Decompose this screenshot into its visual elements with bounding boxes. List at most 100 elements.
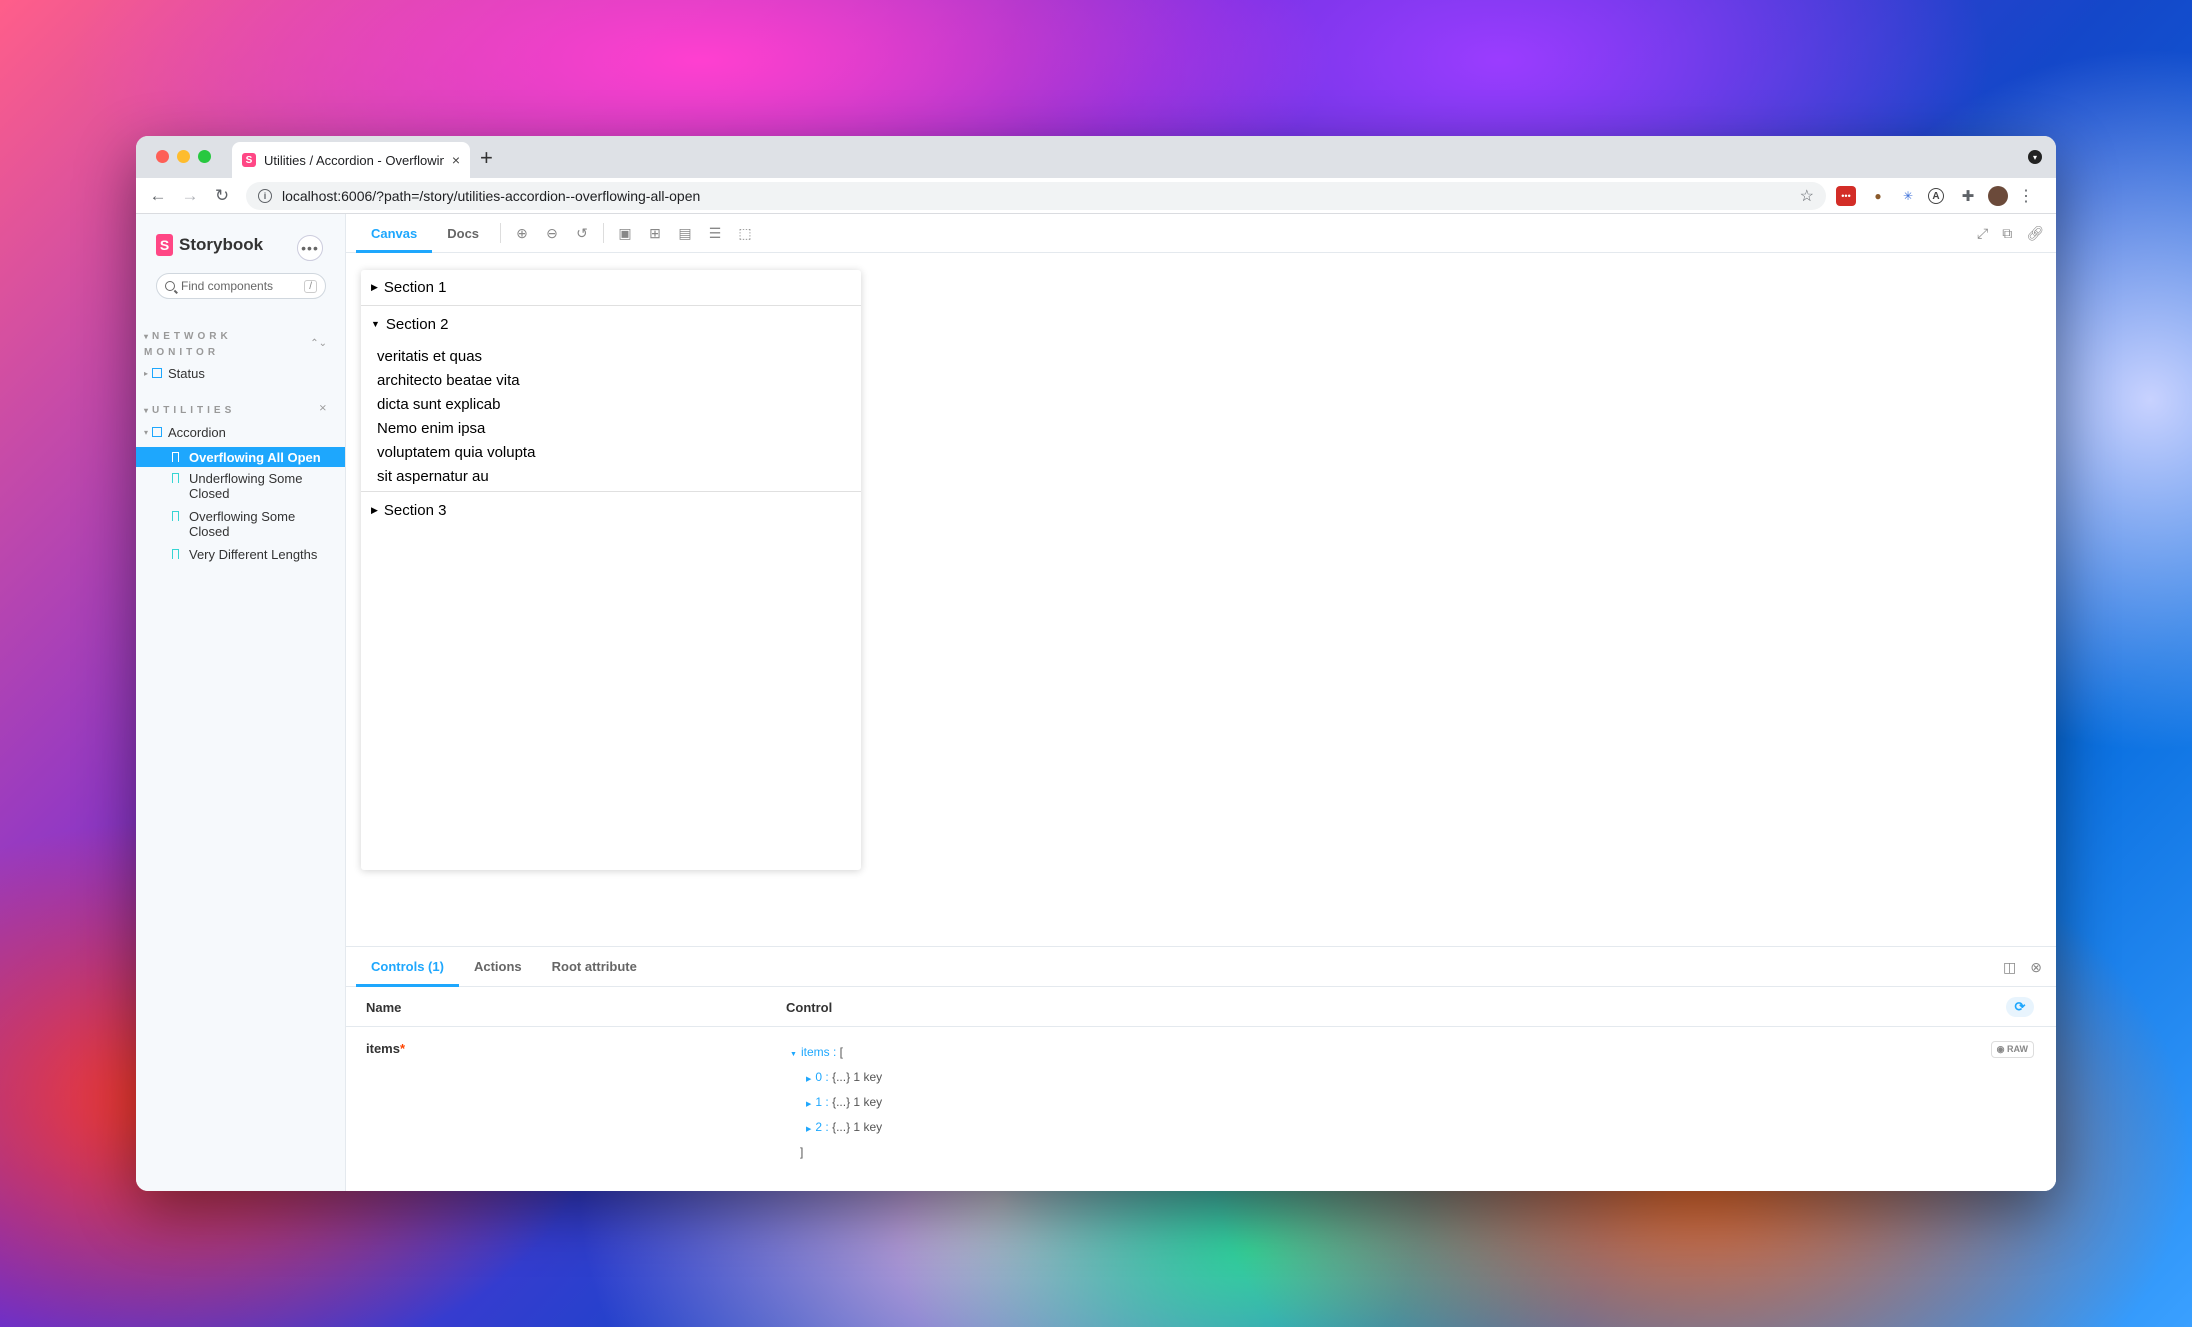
reload-button[interactable]: ↻: [206, 186, 238, 206]
forward-button[interactable]: →: [174, 186, 206, 206]
accordion-section-1-header[interactable]: ▶ Section 1: [361, 270, 861, 306]
json-open-bracket: [: [839, 1045, 843, 1059]
column-control: Control: [786, 1000, 833, 1015]
group-utilities[interactable]: ▾ UTILITIES: [144, 403, 235, 419]
story-canvas: ▶ Section 1 ▼ Section 2 veritatis et qua…: [346, 253, 2056, 946]
open-new-tab-icon[interactable]: ⧉: [2002, 225, 2012, 242]
zoom-reset-icon[interactable]: ↺: [567, 225, 597, 242]
group-network-monitor[interactable]: ▾ NETWORK MONITOR: [144, 329, 244, 361]
extensions-puzzle-icon[interactable]: ✚: [1958, 186, 1978, 206]
background-icon[interactable]: ▣: [610, 225, 640, 242]
sidebar-item-label: Underflowing Some Closed: [189, 471, 303, 501]
raw-label: RAW: [2007, 1044, 2028, 1054]
extension-lastpass-icon[interactable]: •••: [1836, 186, 1856, 206]
accordion-section-2-header[interactable]: ▼ Section 2: [361, 306, 861, 342]
sidebar-story-underflowing-some-closed[interactable]: Underflowing Some Closed: [136, 471, 345, 505]
caret-right-icon[interactable]: ▶: [806, 1126, 811, 1133]
json-key: items :: [800, 1045, 837, 1059]
json-root[interactable]: ▼ items : [: [790, 1041, 882, 1066]
browser-toolbar: ← → ↻ i localhost:6006/?path=/story/util…: [136, 178, 2056, 214]
storybook-logo-icon: S: [156, 234, 173, 256]
tab-strip: S Utilities / Accordion - Overflowing Al…: [136, 136, 2056, 178]
sidebar-menu-button[interactable]: •••: [297, 235, 323, 261]
tab-canvas[interactable]: Canvas: [356, 214, 433, 253]
back-button[interactable]: ←: [142, 186, 174, 206]
new-tab-button[interactable]: +: [480, 145, 493, 171]
json-index: 2 :: [815, 1120, 829, 1134]
expand-collapse-icon[interactable]: ⌃⌄: [310, 338, 327, 349]
sidebar-item-status[interactable]: ▸ Status: [136, 366, 345, 382]
content-line: veritatis et quas: [377, 348, 483, 365]
reset-controls-icon[interactable]: ⟳: [2006, 997, 2034, 1017]
tab-actions[interactable]: Actions: [459, 947, 537, 987]
json-summary: {...} 1 key: [832, 1095, 883, 1109]
chevron-right-icon: ▸: [144, 369, 149, 378]
sidebar-item-accordion[interactable]: ▾ Accordion: [136, 425, 345, 441]
content-line: architecto beatae vita: [377, 372, 520, 389]
sidebar-item-label: Overflowing All Open: [189, 450, 321, 465]
preview-actions: ⤢ ⧉ 🔗︎: [1977, 214, 2044, 253]
minimize-window-button[interactable]: [177, 150, 190, 163]
tab-close-icon[interactable]: ×: [452, 152, 460, 168]
viewport-icon[interactable]: ▤: [670, 225, 700, 242]
panel-orientation-icon[interactable]: ◫: [2003, 959, 2016, 976]
sidebar-story-very-different-lengths[interactable]: Very Different Lengths: [136, 547, 345, 563]
main-panel: Canvas Docs ⊕ ⊖ ↺ ▣ ⊞ ▤ ☰ ⬚ ⤢ ⧉ 🔗︎ ▶ Sec…: [345, 214, 2056, 1191]
tab-controls[interactable]: Controls (1): [356, 947, 459, 987]
json-editor[interactable]: ▼ items : [ ▶ 0 : {...} 1 key ▶ 1 : {...} 1…: [790, 1041, 882, 1163]
caret-down-icon[interactable]: ▼: [790, 1051, 797, 1058]
json-entry[interactable]: ▶ 1 : {...} 1 key: [790, 1091, 882, 1116]
address-bar[interactable]: i localhost:6006/?path=/story/utilities-…: [246, 182, 1826, 210]
search-input[interactable]: [181, 279, 291, 293]
caret-down-icon: ▼: [371, 319, 380, 329]
caret-right-icon[interactable]: ▶: [806, 1101, 811, 1108]
extension-a-icon[interactable]: A: [1928, 188, 1944, 204]
section-title: Section 3: [383, 501, 447, 519]
search-shortcut-hint: /: [304, 279, 317, 293]
chevron-down-icon: ▾: [144, 332, 149, 341]
close-panel-icon[interactable]: ⊗: [2030, 959, 2042, 976]
raw-toggle-button[interactable]: ◉ RAW: [1990, 1041, 2034, 1058]
caret-right-icon: ▶: [371, 282, 378, 292]
profile-avatar[interactable]: [1988, 186, 2008, 206]
caret-right-icon[interactable]: ▶: [806, 1076, 811, 1083]
addons-panel: Controls (1) Actions Root attribute ◫ ⊗ …: [346, 946, 2056, 1191]
group-label: UTILITIES: [152, 405, 236, 416]
browser-menu-icon[interactable]: ⋮: [2016, 186, 2036, 206]
tab-root-attribute[interactable]: Root attribute: [537, 947, 652, 987]
zoom-in-icon[interactable]: ⊕: [507, 225, 537, 242]
measure-icon[interactable]: ☰: [700, 225, 730, 242]
extension-cookie-icon[interactable]: ●: [1868, 186, 1888, 206]
zoom-out-icon[interactable]: ⊖: [537, 225, 567, 242]
json-entry[interactable]: ▶ 2 : {...} 1 key: [790, 1116, 882, 1141]
tab-docs[interactable]: Docs: [432, 214, 494, 253]
sidebar-story-overflowing-some-closed[interactable]: Overflowing Some Closed: [136, 509, 345, 543]
collapse-all-icon[interactable]: ⨯: [319, 403, 327, 414]
fullscreen-icon[interactable]: ⤢: [1977, 225, 1988, 242]
bookmark-star-icon[interactable]: ☆: [1800, 186, 1814, 206]
search-box[interactable]: /: [156, 273, 326, 299]
bookmark-icon: [172, 549, 179, 559]
extension-spark-icon[interactable]: ✳: [1898, 186, 1918, 206]
grid-icon[interactable]: ⊞: [640, 225, 670, 242]
accordion-section-3-header[interactable]: ▶ Section 3: [361, 492, 861, 528]
close-window-button[interactable]: [156, 150, 169, 163]
bookmark-icon: [172, 473, 179, 483]
tab-search-icon[interactable]: ▾: [2028, 150, 2042, 164]
control-row-items: items* ▼ items : [ ▶ 0 : {...} 1 key ▶ 1 : …: [346, 1027, 2056, 1159]
outline-icon[interactable]: ⬚: [730, 225, 760, 242]
zoom-window-button[interactable]: [198, 150, 211, 163]
url-text[interactable]: localhost:6006/?path=/story/utilities-ac…: [282, 188, 700, 204]
storybook-favicon-icon: S: [242, 153, 256, 167]
browser-tab[interactable]: S Utilities / Accordion - Overflowing Al…: [232, 142, 470, 178]
copy-link-icon[interactable]: 🔗︎: [2026, 225, 2044, 242]
window-controls: [156, 150, 211, 163]
json-entry[interactable]: ▶ 0 : {...} 1 key: [790, 1066, 882, 1091]
component-icon: [152, 368, 163, 378]
required-marker: *: [399, 1041, 406, 1056]
storybook-brand[interactable]: S Storybook: [156, 234, 263, 256]
browser-window: S Utilities / Accordion - Overflowing Al…: [136, 136, 2056, 1191]
json-index: 1 :: [815, 1095, 829, 1109]
site-info-icon[interactable]: i: [258, 189, 272, 203]
sidebar-story-overflowing-all-open[interactable]: Overflowing All Open: [136, 447, 345, 467]
